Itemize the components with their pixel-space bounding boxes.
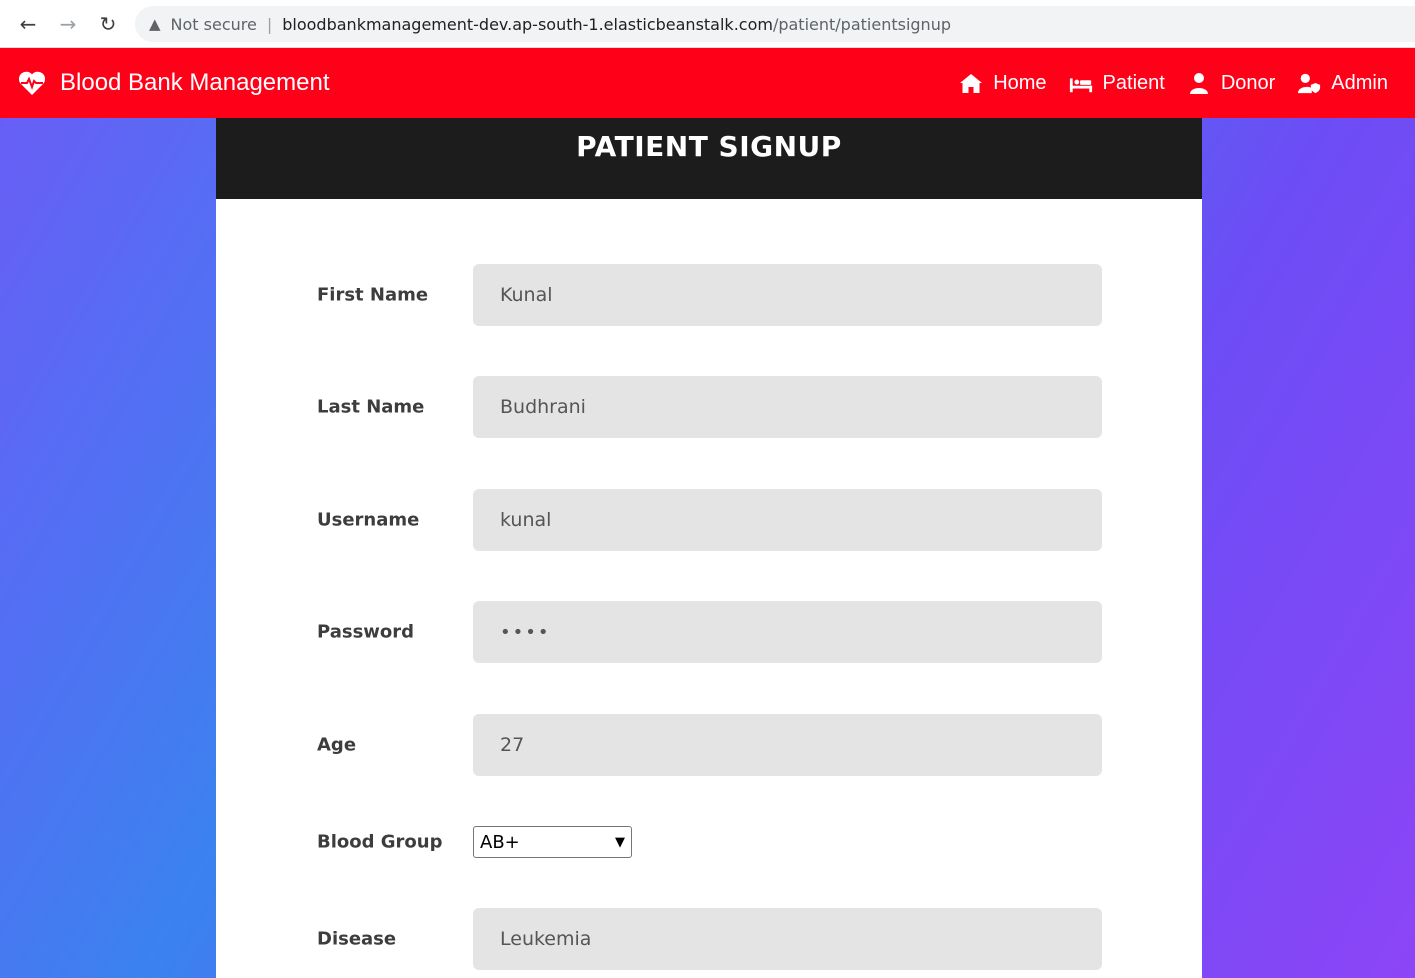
chevron-down-icon: ▼ [615, 834, 625, 850]
nav-admin-label: Admin [1331, 71, 1388, 94]
password-input[interactable]: •••• [473, 601, 1102, 663]
bed-icon [1069, 78, 1092, 93]
disease-input[interactable]: Leukemia [473, 908, 1102, 970]
user-shield-icon [1298, 73, 1321, 94]
password-label: Password [317, 621, 415, 643]
blood-group-label: Blood Group [317, 831, 443, 853]
user-icon [1189, 73, 1208, 94]
age-input[interactable]: 27 [473, 714, 1102, 776]
warning-icon: ▲ [149, 15, 161, 33]
nav-admin[interactable]: Admin [1297, 72, 1388, 95]
first-name-label: First Name [317, 284, 429, 306]
password-row: Password •••• [216, 601, 1202, 663]
blood-group-select[interactable]: AB+ ▼ [473, 826, 632, 858]
last-name-row: Last Name Budhrani [216, 376, 1202, 438]
form-title: PATIENT SIGNUP [216, 118, 1202, 199]
age-row: Age 27 [216, 714, 1202, 776]
url-host: bloodbankmanagement-dev.ap-south-1.elast… [282, 14, 773, 34]
disease-label: Disease [317, 928, 397, 950]
reload-icon[interactable]: ↻ [94, 10, 122, 38]
home-icon [960, 74, 983, 93]
nav-donor[interactable]: Donor [1187, 72, 1275, 95]
first-name-row: First Name Kunal [216, 264, 1202, 326]
blood-group-value: AB+ [480, 831, 520, 853]
username-label: Username [317, 509, 420, 531]
first-name-input[interactable]: Kunal [473, 264, 1102, 326]
nav-home-label: Home [993, 71, 1047, 94]
brand-title: Blood Bank Management [60, 69, 330, 96]
disease-row: Disease Leukemia [216, 908, 1202, 970]
last-name-input[interactable]: Budhrani [473, 376, 1102, 438]
forward-arrow-icon[interactable]: → [54, 10, 82, 38]
brand[interactable]: Blood Bank Management [18, 69, 330, 97]
nav-home[interactable]: Home [959, 71, 1047, 95]
nav-links: Home Patient Donor Admin [959, 72, 1388, 95]
address-separator: | [266, 14, 273, 34]
username-input[interactable]: kunal [473, 489, 1102, 551]
heart-pulse-icon [18, 71, 46, 95]
signup-card: PATIENT SIGNUP First Name Kunal Last Nam… [216, 118, 1202, 978]
username-row: Username kunal [216, 489, 1202, 551]
age-label: Age [317, 734, 357, 756]
back-arrow-icon[interactable]: ← [14, 10, 42, 38]
nav-patient-label: Patient [1102, 71, 1165, 94]
top-navbar: Blood Bank Management Home Patient Donor… [0, 48, 1415, 118]
url-path: /patient/patientsignup [772, 14, 951, 34]
last-name-label: Last Name [317, 396, 425, 418]
browser-toolbar: ← → ↻ ▲ Not secure | bloodbankmanagement… [0, 0, 1415, 48]
blood-group-row: Blood Group AB+ ▼ [216, 811, 1202, 873]
nav-patient[interactable]: Patient [1069, 72, 1165, 95]
nav-donor-label: Donor [1220, 71, 1276, 94]
security-label: Not secure [170, 14, 257, 34]
address-bar[interactable]: ▲ Not secure | bloodbankmanagement-dev.a… [135, 6, 1415, 42]
